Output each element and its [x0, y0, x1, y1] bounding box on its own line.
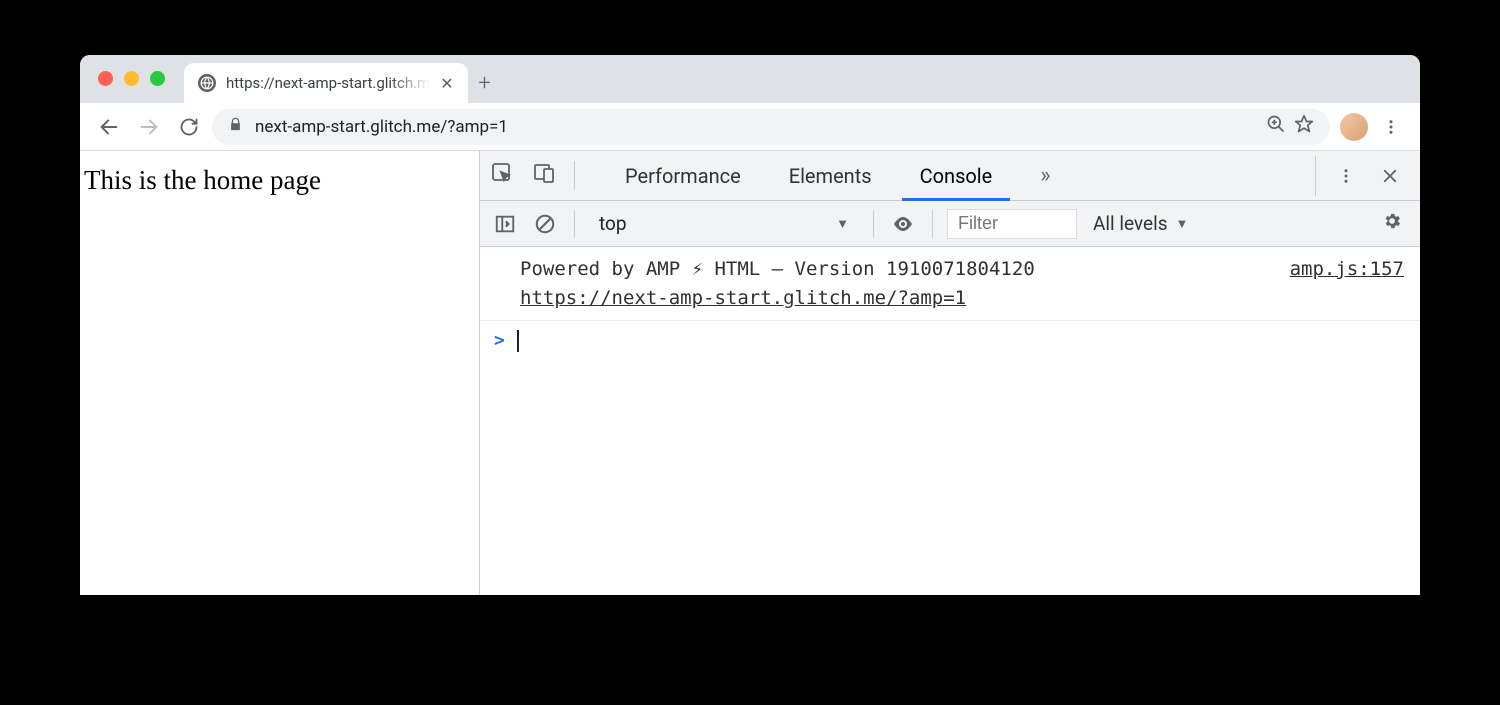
log-source-link[interactable]: amp.js:157 [1290, 255, 1404, 312]
chevron-down-icon: ▼ [1176, 216, 1189, 232]
address-bar[interactable]: next-amp-start.glitch.me/?amp=1 [212, 109, 1330, 145]
log-message: Powered by AMP ⚡ HTML – Version 19100718… [520, 258, 1035, 280]
profile-avatar[interactable] [1340, 113, 1368, 141]
browser-menu-button[interactable] [1374, 110, 1408, 144]
window-controls [98, 71, 165, 86]
bookmark-icon[interactable] [1294, 114, 1314, 139]
tabs-overflow-icon[interactable]: » [1026, 151, 1064, 200]
minimize-window-icon[interactable] [124, 71, 139, 86]
lock-icon [228, 117, 243, 137]
devtools-close-icon[interactable] [1370, 156, 1410, 196]
devtools-tabbar: Performance Elements Console » [480, 151, 1420, 201]
text-cursor [517, 330, 519, 352]
filter-input[interactable] [947, 209, 1077, 239]
content-split: This is the home page Performance Elemen… [80, 151, 1420, 595]
context-label: top [599, 212, 627, 235]
chevron-down-icon: ▼ [836, 216, 849, 232]
tab-elements[interactable]: Elements [765, 151, 896, 200]
console-log-entry: Powered by AMP ⚡ HTML – Version 19100718… [480, 247, 1420, 321]
forward-button[interactable] [132, 110, 166, 144]
prompt-chevron-icon: > [494, 327, 505, 354]
url-text: next-amp-start.glitch.me/?amp=1 [255, 117, 508, 137]
log-url-link[interactable]: https://next-amp-start.glitch.me/?amp=1 [520, 287, 966, 309]
levels-label: All levels [1093, 212, 1168, 235]
devtools-menu-icon[interactable] [1326, 156, 1366, 196]
new-tab-button[interactable]: + [468, 63, 502, 103]
browser-window: https://next-amp-start.glitch.m ✕ + next… [80, 55, 1420, 595]
device-toolbar-icon[interactable] [532, 161, 556, 190]
zoom-icon[interactable] [1266, 114, 1286, 139]
clear-console-icon[interactable] [530, 209, 560, 239]
close-window-icon[interactable] [98, 71, 113, 86]
console-sidebar-toggle-icon[interactable] [490, 209, 520, 239]
console-output: Powered by AMP ⚡ HTML – Version 19100718… [480, 247, 1420, 595]
maximize-window-icon[interactable] [150, 71, 165, 86]
globe-icon [198, 74, 216, 92]
console-settings-icon[interactable] [1374, 211, 1410, 236]
console-toolbar: top ▼ All levels ▼ [480, 201, 1420, 247]
inspect-element-icon[interactable] [490, 161, 514, 190]
browser-tab[interactable]: https://next-amp-start.glitch.m ✕ [184, 63, 468, 103]
page-body-text: This is the home page [84, 165, 321, 195]
reload-button[interactable] [172, 110, 206, 144]
toolbar: next-amp-start.glitch.me/?amp=1 [80, 103, 1420, 151]
live-expression-icon[interactable] [888, 209, 918, 239]
tab-performance[interactable]: Performance [601, 151, 765, 200]
tab-console[interactable]: Console [896, 151, 1017, 200]
log-levels-selector[interactable]: All levels ▼ [1093, 212, 1188, 235]
back-button[interactable] [92, 110, 126, 144]
context-selector[interactable]: top ▼ [589, 212, 859, 235]
tab-strip: https://next-amp-start.glitch.m ✕ + [80, 55, 1420, 103]
devtools-panel: Performance Elements Console » [480, 151, 1420, 595]
console-prompt[interactable]: > [480, 321, 1420, 360]
tab-title: https://next-amp-start.glitch.m [226, 74, 430, 92]
close-tab-icon[interactable]: ✕ [440, 74, 453, 93]
page-viewport: This is the home page [80, 151, 480, 595]
